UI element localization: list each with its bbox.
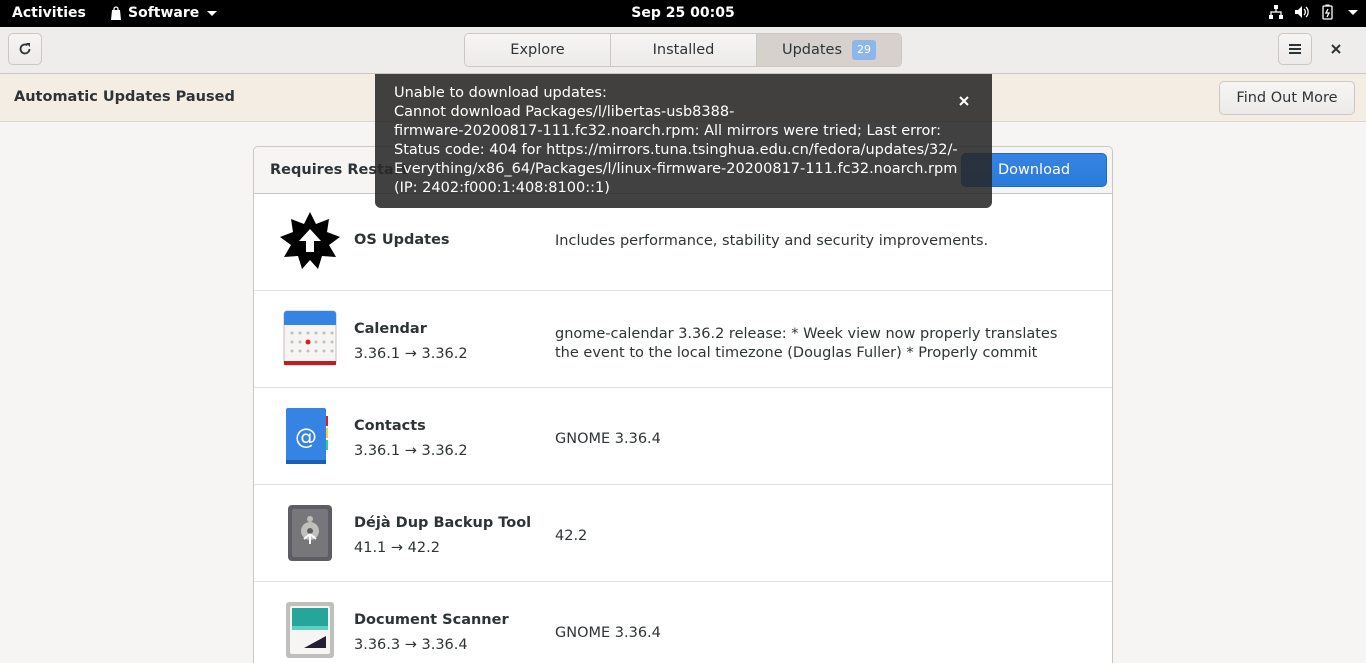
app-description: 42.2	[555, 528, 588, 544]
app-name: Contacts	[354, 418, 426, 434]
find-out-more-button[interactable]: Find Out More	[1219, 81, 1355, 115]
activities-button[interactable]: Activities	[12, 5, 86, 21]
error-line: Everything/x86_64/Packages/l/linux-firmw…	[394, 161, 958, 177]
calendar-icon	[283, 310, 337, 366]
app-menu-label: Software	[128, 5, 200, 21]
error-line: firmware-20200817-111.fc32.noarch.rpm: A…	[394, 123, 941, 139]
app-description: gnome-calendar 3.36.2 release: * Week vi…	[555, 326, 1058, 361]
app-description: GNOME 3.36.4	[555, 431, 661, 447]
header-bar: Explore Installed Updates 29	[0, 27, 1366, 74]
hamburger-menu-icon	[1289, 44, 1301, 54]
backup-safe-icon	[288, 505, 332, 561]
list-item[interactable]: Calendar 3.36.1 → 3.36.2 gnome-calendar …	[254, 291, 1112, 388]
app-version: 41.1 → 42.2	[354, 540, 440, 556]
chevron-down-icon	[207, 10, 218, 16]
tab-explore[interactable]: Explore	[465, 34, 611, 66]
app-description: Includes performance, stability and secu…	[555, 233, 989, 249]
app-description: GNOME 3.36.4	[555, 625, 661, 641]
error-notification: Unable to download updates: Cannot downl…	[375, 74, 992, 208]
svg-text:@: @	[295, 425, 317, 450]
app-name: Calendar	[354, 321, 427, 337]
list-item[interactable]: Déjà Dup Backup Tool 41.1 → 42.2 42.2	[254, 485, 1112, 582]
list-item[interactable]: Document Scanner 3.36.3 → 3.36.4 GNOME 3…	[254, 582, 1112, 663]
view-switcher: Explore Installed Updates 29	[464, 33, 902, 67]
list-item[interactable]: OS Updates Includes performance, stabili…	[254, 194, 1112, 291]
refresh-icon	[19, 43, 31, 55]
error-line: Status code: 404 for https://mirrors.tun…	[394, 142, 958, 158]
list-item[interactable]: @ Contacts 3.36.1 → 3.36.2 GNOME 3.36.4	[254, 388, 1112, 485]
os-updates-icon	[280, 212, 340, 269]
contacts-icon: @	[286, 408, 328, 464]
main-menu-button[interactable]	[1278, 33, 1312, 65]
app-version: 3.36.1 → 3.36.2	[354, 443, 468, 459]
refresh-button[interactable]	[8, 33, 42, 65]
system-tray[interactable]	[1268, 4, 1358, 20]
error-line: Unable to download updates:	[394, 85, 607, 101]
error-message: Unable to download updates: Cannot downl…	[394, 84, 958, 198]
shopping-bag-icon	[111, 6, 121, 20]
app-menu[interactable]: Software	[110, 5, 218, 21]
top-bar: Activities Software Sep 25 00:05	[0, 0, 1366, 27]
tab-installed-label: Installed	[652, 42, 715, 58]
window-close-button[interactable]	[1326, 39, 1346, 59]
app-name: Document Scanner	[354, 612, 509, 628]
updates-list: Requires Restart Download OS Updates Inc…	[253, 146, 1113, 663]
network-icon	[1269, 5, 1283, 19]
chevron-down-icon	[1348, 9, 1358, 15]
error-line: (IP: 2402:f000:1:408:8100::1)	[394, 180, 610, 196]
tab-installed[interactable]: Installed	[611, 34, 757, 66]
tab-updates[interactable]: Updates 29	[757, 34, 901, 66]
clock[interactable]: Sep 25 00:05	[631, 5, 734, 21]
battery-icon	[1322, 4, 1333, 20]
notification-close-button[interactable]	[954, 91, 974, 111]
app-name: OS Updates	[354, 232, 450, 248]
tab-updates-label: Updates	[781, 42, 843, 58]
app-version: 3.36.1 → 3.36.2	[354, 346, 468, 362]
document-scanner-icon	[286, 602, 334, 658]
tab-explore-label: Explore	[510, 42, 565, 58]
close-icon	[1331, 44, 1341, 54]
close-icon	[959, 96, 969, 106]
app-version: 3.36.3 → 3.36.4	[354, 637, 468, 653]
info-bar-title: Automatic Updates Paused	[14, 89, 235, 105]
volume-icon	[1295, 6, 1309, 18]
updates-count-badge: 29	[852, 40, 877, 60]
app-name: Déjà Dup Backup Tool	[354, 515, 532, 531]
error-line: Cannot download Packages/l/libertas-usb8…	[394, 104, 735, 120]
